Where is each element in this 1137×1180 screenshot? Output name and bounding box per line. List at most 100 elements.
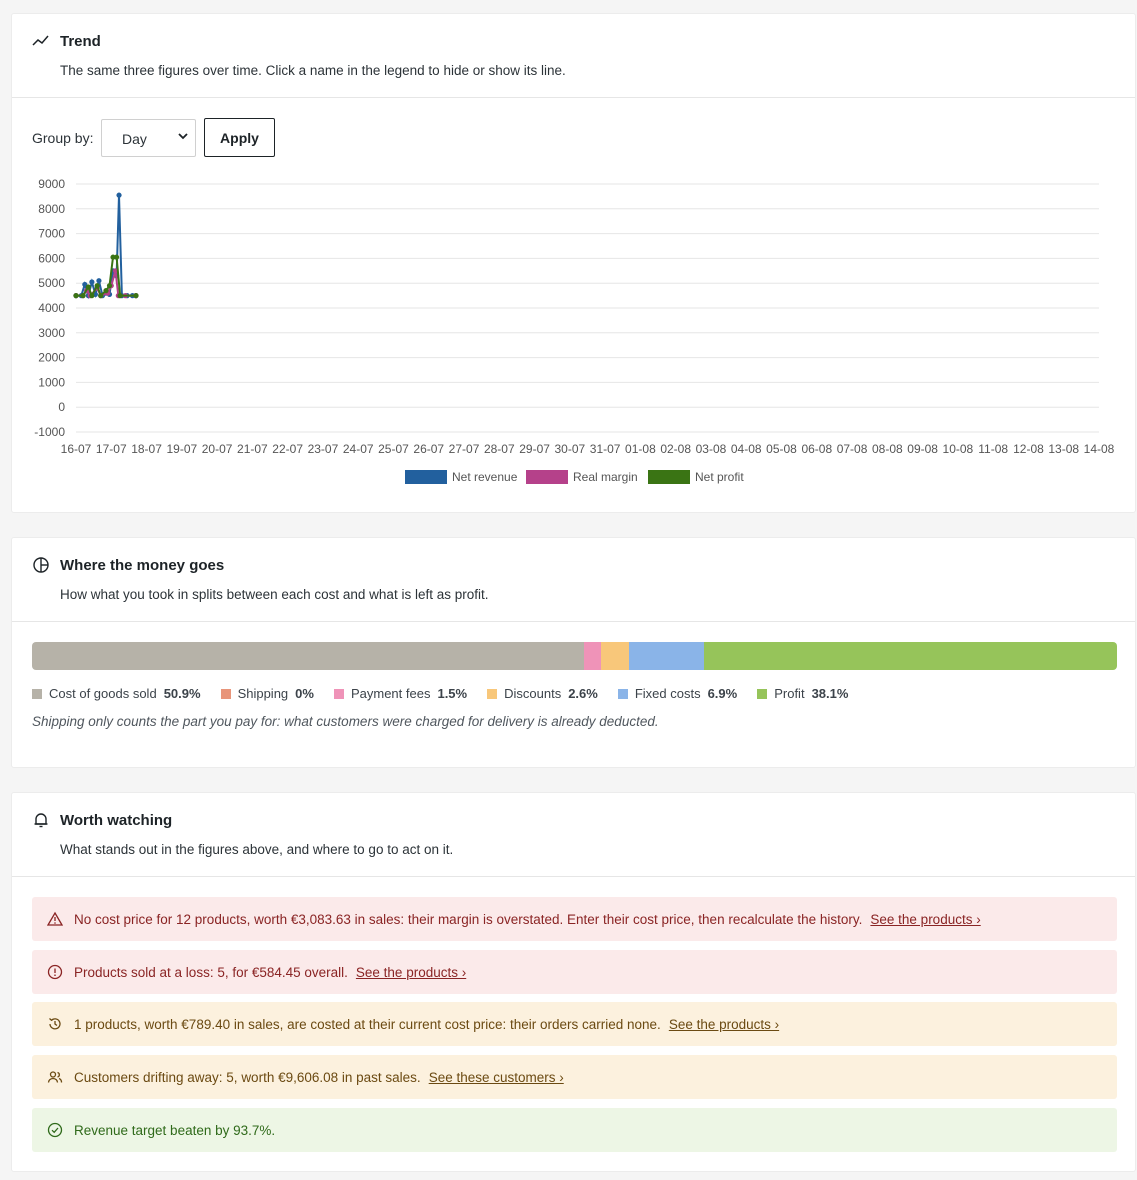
trend-card: Trend The same three figures over time. … <box>11 13 1136 513</box>
money-legend-item: Profit 38.1% <box>757 686 848 701</box>
data-point <box>98 293 104 299</box>
alert-drifting-customers: Customers drifting away: 5, worth €9,606… <box>32 1055 1117 1099</box>
see-products-link[interactable]: See the products › <box>669 1017 779 1032</box>
x-tick-label: 26-07 <box>413 442 444 456</box>
see-products-link[interactable]: See the products › <box>356 965 466 980</box>
warning-triangle-icon <box>47 911 63 926</box>
legend-label: Shipping <box>237 686 289 701</box>
legend-swatch <box>617 688 628 699</box>
legend-swatch <box>526 470 568 484</box>
data-point <box>133 293 139 299</box>
x-tick-label: 09-08 <box>907 442 938 456</box>
check-circle-icon <box>47 1122 63 1138</box>
x-tick-label: 07-08 <box>837 442 868 456</box>
data-point <box>73 293 79 299</box>
legend-percent: 6.9% <box>707 686 738 701</box>
money-card-header: Where the money goes How what you took i… <box>12 538 1135 622</box>
alert-text: No cost price for 12 products, worth €3,… <box>74 911 863 927</box>
money-title: Where the money goes <box>60 557 225 574</box>
legend-percent: 38.1% <box>811 686 849 701</box>
x-tick-label: 06-08 <box>801 442 832 456</box>
money-segment <box>584 642 601 670</box>
data-point <box>103 288 109 294</box>
data-point <box>89 293 95 299</box>
money-legend: Cost of goods sold 50.9% Shipping 0% Payment… <box>32 686 868 701</box>
data-point <box>117 293 123 299</box>
x-tick-label: 12-08 <box>1013 442 1044 456</box>
x-tick-label: 05-08 <box>766 442 797 456</box>
legend-label: Cost of goods sold <box>49 686 157 701</box>
series-line <box>76 195 136 300</box>
x-tick-label: 16-07 <box>61 442 92 456</box>
x-tick-label: 08-08 <box>872 442 903 456</box>
x-tick-label: 04-08 <box>731 442 762 456</box>
legend-label: Fixed costs <box>634 686 701 701</box>
money-subtitle: How what you took in splits between each… <box>60 587 489 602</box>
x-tick-label: 25-07 <box>378 442 409 456</box>
alert-loss-products: Products sold at a loss: 5, for €584.45 … <box>32 950 1117 994</box>
alert-text: Customers drifting away: 5, worth €9,606… <box>74 1069 421 1085</box>
x-tick-label: 14-08 <box>1084 442 1115 456</box>
y-tick-label: 8000 <box>38 202 65 216</box>
trend-chart: 9000 8000 7000 6000 5000 4000 3000 2000 1000 0 -10… <box>34 177 1115 484</box>
data-point <box>113 254 120 260</box>
data-point <box>116 192 122 198</box>
data-point <box>80 293 86 299</box>
legend-swatch <box>757 688 768 699</box>
y-tick-label: 5000 <box>38 276 65 290</box>
data-point <box>106 283 113 289</box>
x-tick-label: 17-07 <box>96 442 127 456</box>
data-point <box>89 279 95 285</box>
see-products-link[interactable]: See the products › <box>870 912 980 927</box>
data-point <box>96 278 102 284</box>
legend-swatch <box>487 688 498 699</box>
money-segment <box>703 642 1117 670</box>
x-tick-label: 01-08 <box>625 442 656 456</box>
x-tick-label: 10-08 <box>943 442 974 456</box>
legend-percent: 1.5% <box>437 686 468 701</box>
legend-percent: 50.9% <box>163 686 201 701</box>
y-tick-label: -1000 <box>34 425 65 439</box>
x-tick-label: 27-07 <box>449 442 480 456</box>
money-legend-item: Shipping 0% <box>220 686 314 701</box>
legend-swatch <box>32 688 42 699</box>
alert-missing-cost: No cost price for 12 products, worth €3,… <box>32 897 1117 941</box>
x-tick-label: 02-08 <box>660 442 691 456</box>
bell-icon <box>34 813 48 828</box>
y-tick-label: 1000 <box>38 375 65 389</box>
watching-card-header: Worth watching What stands out in the fi… <box>12 793 1135 877</box>
alert-revenue-target: Revenue target beaten by 93.7%. <box>32 1108 1117 1152</box>
money-legend-item: Payment fees 1.5% <box>333 686 468 701</box>
x-tick-label: 13-08 <box>1048 442 1079 456</box>
legend-percent: 2.6% <box>568 686 598 701</box>
money-note: Shipping only counts the part you pay fo… <box>32 714 659 729</box>
x-tick-label: 31-07 <box>590 442 621 456</box>
users-icon <box>47 1071 63 1083</box>
pie-chart-icon <box>33 557 49 573</box>
legend-label: Discounts <box>504 686 562 701</box>
x-tick-label: 24-07 <box>343 442 374 456</box>
x-tick-label: 11-08 <box>978 442 1008 456</box>
data-point <box>85 284 91 290</box>
legend-label: Profit <box>774 686 805 701</box>
x-tick-label: 20-07 <box>202 442 233 456</box>
legend-label: Real margin <box>573 470 638 484</box>
y-tick-label: 4000 <box>38 301 65 315</box>
x-tick-label: 30-07 <box>555 442 586 456</box>
alert-current-cost: 1 products, worth €789.40 in sales, are … <box>32 1002 1117 1046</box>
money-split-bar <box>32 642 1117 670</box>
legend-percent: 0% <box>295 686 314 701</box>
y-tick-label: 0 <box>58 400 65 414</box>
money-legend-item: Discounts 2.6% <box>487 686 598 701</box>
x-tick-label: 23-07 <box>308 442 339 456</box>
alert-text: Products sold at a loss: 5, for €584.45 … <box>74 964 348 980</box>
x-tick-label: 18-07 <box>131 442 162 456</box>
x-tick-label: 19-07 <box>166 442 197 456</box>
legend-label: Payment fees <box>350 686 431 701</box>
x-tick-label: 28-07 <box>484 442 515 456</box>
money-legend-item: Cost of goods sold 50.9% <box>32 686 201 701</box>
money-legend-item: Fixed costs 6.9% <box>617 686 738 701</box>
y-tick-label: 6000 <box>38 251 65 265</box>
see-customers-link[interactable]: See these customers › <box>429 1070 564 1085</box>
money-card: Where the money goes How what you took i… <box>11 537 1136 768</box>
